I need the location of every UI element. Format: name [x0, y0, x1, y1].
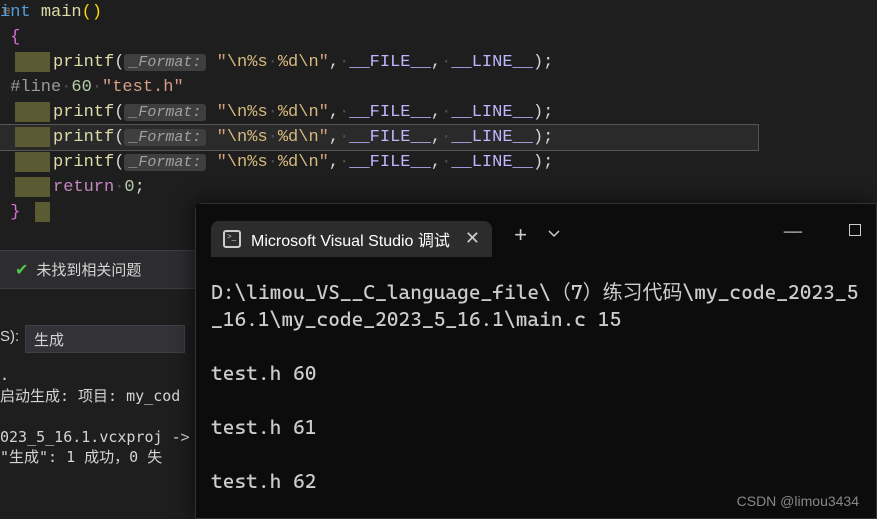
- number-literal: 60: [71, 78, 91, 97]
- check-circle-icon: ✔: [15, 260, 28, 280]
- fold-minus-icon[interactable]: ⊟: [0, 0, 13, 25]
- macro-file: __FILE__: [349, 128, 431, 147]
- number-literal: 0: [124, 178, 134, 197]
- string-literal: "test.h": [102, 78, 184, 97]
- terminal-tab[interactable]: Microsoft Visual Studio 调试 ✕: [211, 221, 492, 257]
- indent-guide: [15, 52, 50, 72]
- code-line: ⊟int main(): [0, 0, 877, 25]
- code-line-active: printf(_Format: "\n%s·%d\n",·__FILE__,·_…: [0, 125, 758, 150]
- keyword-return: return: [53, 178, 114, 197]
- new-tab-button[interactable]: +: [514, 224, 527, 249]
- terminal-line: test.h 61: [211, 414, 861, 441]
- macro-line: __LINE__: [451, 153, 533, 172]
- problems-status-bar[interactable]: ✔ 未找到相关问题: [0, 250, 195, 288]
- param-hint: _Format:: [124, 104, 206, 121]
- code-line: return·0;: [0, 175, 877, 200]
- no-issues-text: 未找到相关问题: [36, 259, 141, 280]
- terminal-icon: [223, 230, 241, 248]
- terminal-output[interactable]: D:\limou_VS__C_language_file\（7）练习代码\my_…: [196, 259, 876, 515]
- output-source-label: S):: [0, 328, 19, 345]
- terminal-line: D:\limou_VS__C_language_file\（7）练习代码\my_…: [211, 279, 861, 333]
- close-icon[interactable]: ✕: [465, 228, 480, 249]
- function-call: printf: [53, 153, 114, 172]
- maximize-icon[interactable]: [849, 224, 861, 236]
- function-call: printf: [53, 128, 114, 147]
- indent-guide: [15, 177, 50, 197]
- output-log: . 启动生成: 项目: my_cod 023_5_16.1.vcxproj ->…: [0, 365, 195, 468]
- output-source-dropdown[interactable]: 生成: [25, 325, 185, 353]
- code-line: printf(_Format: "\n%s·%d\n",·__FILE__,·_…: [0, 50, 877, 75]
- terminal-titlebar[interactable]: Microsoft Visual Studio 调试 ✕ + ──: [196, 204, 876, 259]
- function-call: printf: [53, 53, 114, 72]
- code-line: printf(_Format: "\n%s·%d\n",·__FILE__,·_…: [0, 150, 877, 175]
- macro-line: __LINE__: [451, 53, 533, 72]
- preprocessor: #line: [10, 78, 61, 97]
- chevron-down-icon[interactable]: [547, 227, 561, 247]
- minimize-icon[interactable]: ──: [784, 224, 801, 242]
- terminal-line: test.h 62: [211, 468, 861, 495]
- brace-close: }: [10, 203, 20, 222]
- watermark: CSDN @limou3434: [737, 493, 859, 509]
- macro-file: __FILE__: [349, 103, 431, 122]
- terminal-tab-title: Microsoft Visual Studio 调试: [251, 227, 450, 251]
- macro-file: __FILE__: [349, 153, 431, 172]
- terminal-line: test.h 60: [211, 360, 861, 387]
- param-hint: _Format:: [124, 54, 206, 71]
- indent-guide: [35, 202, 50, 222]
- terminal-window: Microsoft Visual Studio 调试 ✕ + ── D:\lim…: [195, 203, 877, 519]
- param-hint: _Format:: [124, 129, 206, 146]
- code-line: printf(_Format: "\n%s·%d\n",·__FILE__,·_…: [0, 100, 877, 125]
- function-name: main: [41, 3, 82, 22]
- indent-guide: [15, 127, 50, 147]
- param-hint: _Format:: [124, 154, 206, 171]
- indent-guide: [15, 152, 50, 172]
- macro-line: __LINE__: [451, 128, 533, 147]
- code-line: {: [0, 25, 877, 50]
- code-line: #line·60·"test.h": [0, 75, 877, 100]
- brace-open: {: [10, 28, 20, 47]
- indent-guide: [15, 102, 50, 122]
- window-controls: ──: [784, 224, 861, 242]
- macro-file: __FILE__: [349, 53, 431, 72]
- macro-line: __LINE__: [451, 103, 533, 122]
- function-call: printf: [53, 103, 114, 122]
